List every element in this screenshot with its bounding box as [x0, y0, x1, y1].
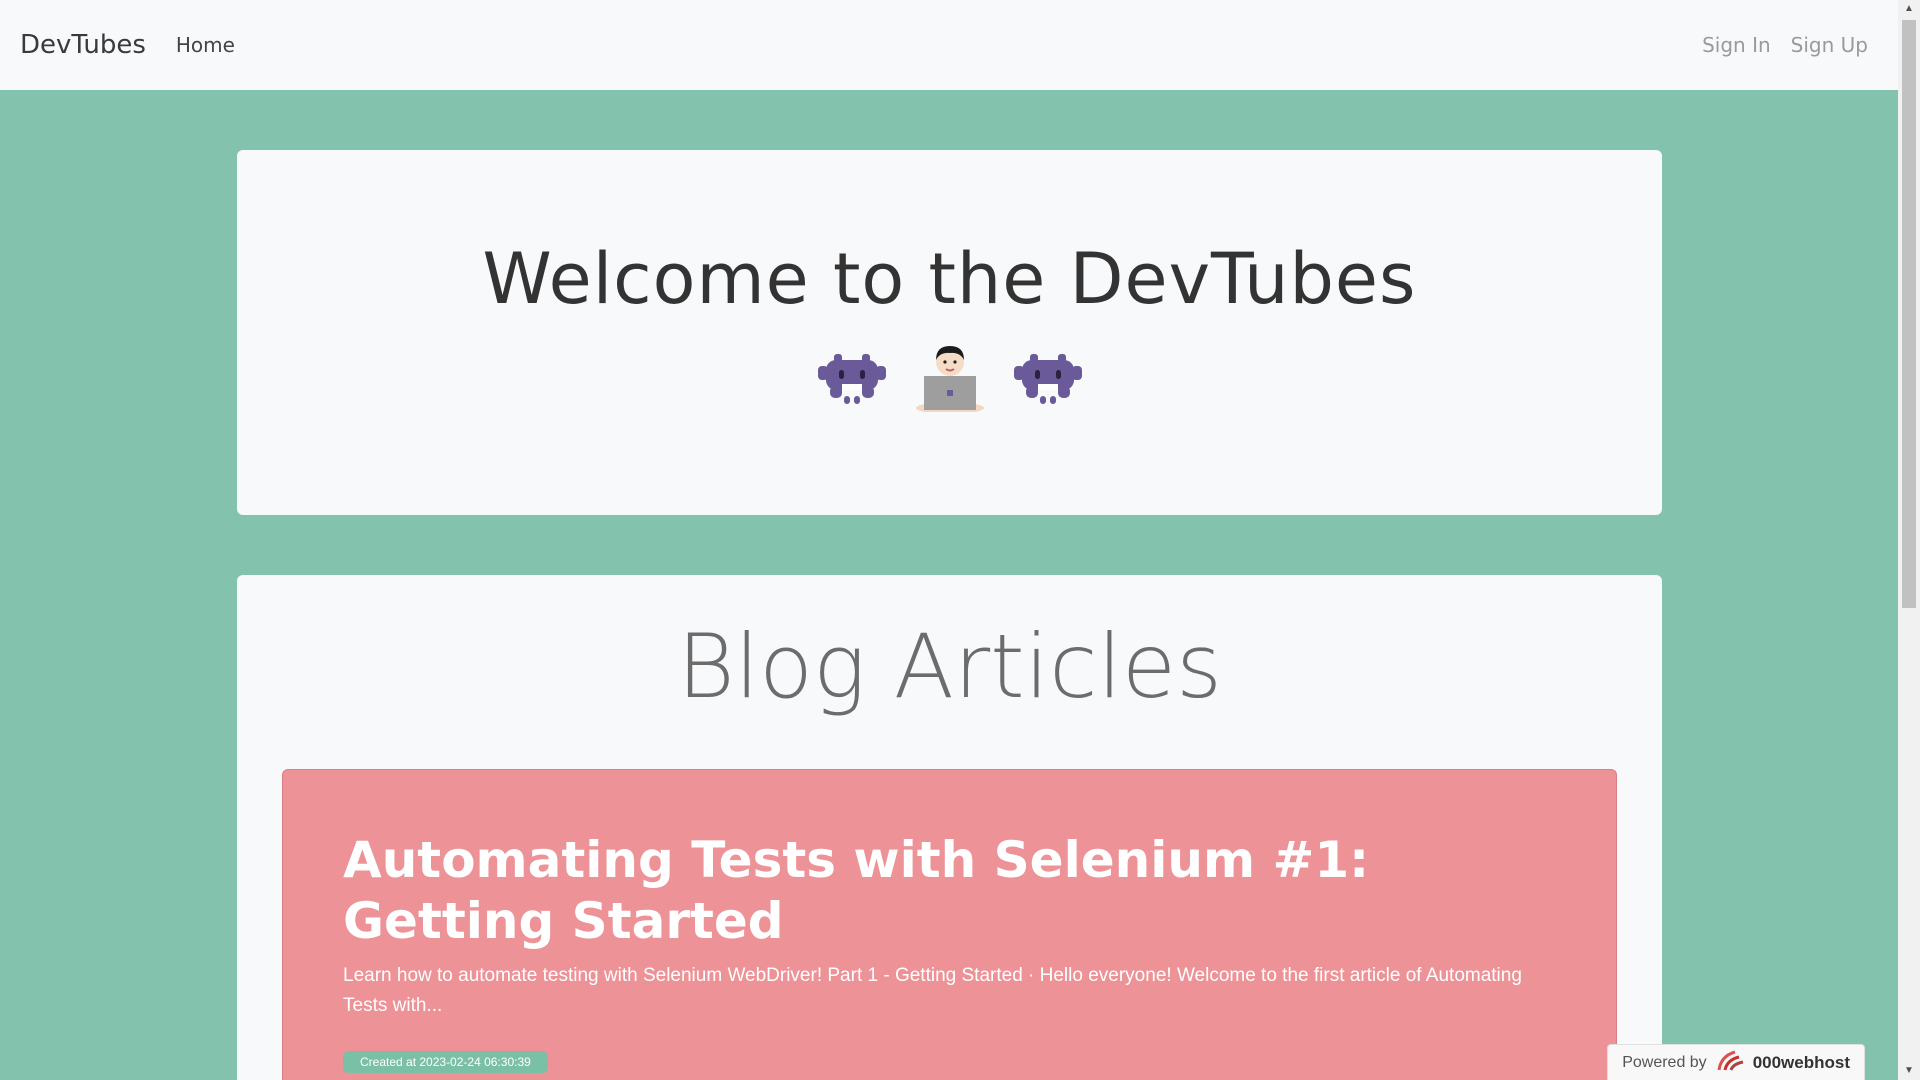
scroll-up-arrow-icon[interactable]: ▲ — [1898, 0, 1920, 18]
technologist-icon — [914, 340, 986, 412]
scroll-thumb[interactable] — [1902, 20, 1916, 608]
article-card[interactable]: Automating Tests with Selenium #1: Getti… — [282, 769, 1617, 1080]
blog-card: Blog Articles Automating Tests with Sele… — [237, 575, 1662, 1080]
nav-home-link[interactable]: Home — [176, 33, 235, 57]
scroll-down-arrow-icon[interactable]: ▼ — [1898, 1062, 1920, 1080]
webhost-name: 000webhost — [1752, 1052, 1850, 1072]
article-excerpt: Learn how to automate testing with Selen… — [343, 965, 1522, 1016]
nav-auth-links: Sign In Sign Up — [1702, 33, 1868, 57]
welcome-title: Welcome to the DevTubes — [482, 238, 1417, 320]
welcome-card: Welcome to the DevTubes — [237, 150, 1662, 515]
vertical-scrollbar[interactable]: ▲ ▼ — [1898, 0, 1920, 1080]
powered-by-badge[interactable]: Powered by 000webhost — [1607, 1044, 1865, 1080]
space-invader-icon — [1012, 340, 1084, 412]
brand-link[interactable]: DevTubes — [20, 30, 146, 60]
blog-title: Blog Articles — [677, 615, 1222, 718]
sign-up-link[interactable]: Sign Up — [1791, 33, 1868, 57]
webhost-logo-icon — [1715, 1048, 1745, 1077]
space-invader-icon — [816, 340, 888, 412]
emoji-row — [237, 340, 1662, 412]
sign-in-link[interactable]: Sign In — [1702, 33, 1771, 57]
article-title[interactable]: Automating Tests with Selenium #1: Getti… — [343, 830, 1523, 952]
created-badge: Created at 2023-02-24 06:30:39 — [343, 1051, 548, 1073]
powered-by-label: Powered by — [1622, 1053, 1707, 1071]
top-navbar: DevTubes Home Sign In Sign Up — [0, 0, 1898, 90]
